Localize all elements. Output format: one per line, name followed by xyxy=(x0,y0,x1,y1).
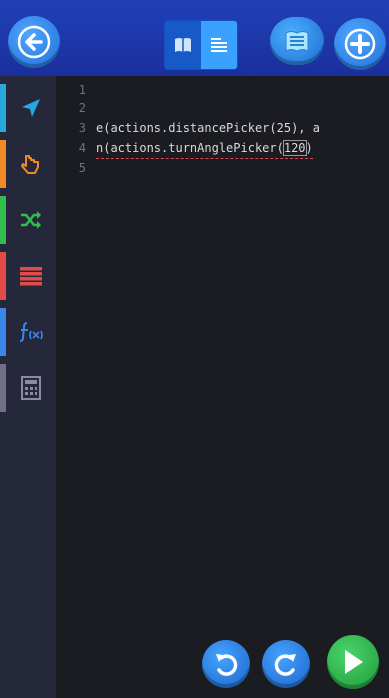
code-line: 3 e(actions.distancePicker(25), a xyxy=(56,118,389,138)
navigation-arrow-icon xyxy=(22,99,40,117)
undo-icon xyxy=(216,654,238,676)
top-toolbar xyxy=(0,0,389,76)
text-lines-icon xyxy=(211,38,227,52)
add-button[interactable] xyxy=(334,18,386,70)
shuffle-icon xyxy=(21,211,41,229)
category-stripe xyxy=(0,364,6,412)
stacked-bars-icon xyxy=(20,267,42,286)
category-stripe xyxy=(0,308,6,356)
code-editor[interactable]: 1 2 3 e(actions.distancePicker(25), a 4 … xyxy=(56,76,389,698)
lightbulb-icon xyxy=(285,31,309,52)
category-sidebar xyxy=(0,76,56,698)
code-line: 2 xyxy=(56,98,389,118)
line-code: e(actions.distancePicker(25), a xyxy=(96,118,320,138)
calculator-icon xyxy=(21,376,41,400)
redo-icon xyxy=(274,654,296,676)
category-stripe xyxy=(0,140,6,188)
category-functions[interactable] xyxy=(0,306,56,358)
book-icon xyxy=(175,38,191,52)
category-stripe xyxy=(0,196,6,244)
blocks-view-button[interactable] xyxy=(165,21,201,69)
category-loops[interactable] xyxy=(0,250,56,302)
code-text: e(actions.distancePicker(25), a xyxy=(96,121,320,135)
redo-button[interactable] xyxy=(262,640,310,688)
pointing-hand-icon xyxy=(21,155,39,174)
plus-icon xyxy=(344,28,376,60)
code-text: n(actions.turnAnglePicker( xyxy=(96,141,284,155)
line-number: 2 xyxy=(78,101,86,115)
code-line: 1 xyxy=(56,80,389,100)
code-line: 4 n(actions.turnAnglePicker(120) xyxy=(56,138,389,159)
line-number: 4 xyxy=(78,141,86,155)
undo-button[interactable] xyxy=(202,640,250,688)
category-math[interactable] xyxy=(0,362,56,414)
category-events[interactable] xyxy=(0,138,56,190)
category-logic[interactable] xyxy=(0,194,56,246)
line-code-error: n(actions.turnAnglePicker(120) xyxy=(96,138,313,159)
line-number: 1 xyxy=(78,83,86,97)
back-button[interactable] xyxy=(8,16,60,68)
category-stripe xyxy=(0,252,6,300)
line-number: 5 xyxy=(78,161,86,175)
hint-button[interactable] xyxy=(270,17,324,65)
selected-number[interactable]: 120 xyxy=(282,140,307,156)
code-line: 5 xyxy=(56,158,389,178)
function-icon xyxy=(19,322,43,342)
category-stripe xyxy=(0,84,6,132)
play-icon xyxy=(345,650,363,674)
category-navigation[interactable] xyxy=(0,82,56,134)
code-text: ) xyxy=(305,141,313,155)
arrow-left-icon xyxy=(17,25,51,59)
text-view-button[interactable] xyxy=(201,21,237,69)
run-button[interactable] xyxy=(327,635,379,689)
view-toggle xyxy=(164,20,238,70)
line-number: 3 xyxy=(78,121,86,135)
